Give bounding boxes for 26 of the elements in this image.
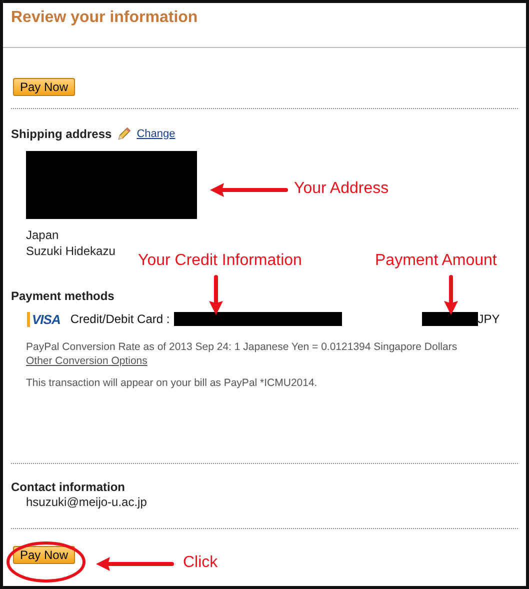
- pay-now-button[interactable]: Pay Now: [13, 546, 76, 564]
- email-text: hsuzuki@meijo-u.ac.jp: [26, 494, 148, 510]
- section-heading: Payment methods: [11, 289, 114, 303]
- address-line: Japan: [26, 227, 60, 243]
- conversion-rate-text: PayPal Conversion Rate as of 2013 Sep 24: 1 Japanese Yen = 0.0121394 Singapore Dollars: [26, 340, 458, 355]
- arrow-icon: [209, 275, 223, 315]
- currency-code: JPY: [478, 312, 500, 326]
- address-line: Suzuki Hidekazu: [26, 243, 116, 259]
- change-link[interactable]: Change: [136, 128, 176, 140]
- redaction-bar: [422, 312, 478, 326]
- card-brand-logo: VISA: [27, 312, 60, 326]
- callout-text: Your Address: [294, 180, 389, 198]
- arrow-icon: [96, 557, 174, 571]
- callout-text: Payment Amount: [375, 252, 497, 270]
- statement-text: This transaction will appear on your bill as PayPal *ICMU2014.: [26, 377, 318, 389]
- conversion-options-link[interactable]: Other Conversion Options: [26, 355, 148, 367]
- page-title: Review your information: [3, 3, 526, 48]
- arrow-icon: [210, 183, 288, 197]
- callout-text: Click: [183, 554, 218, 572]
- card-label: Credit/Debit Card :: [70, 312, 170, 326]
- pay-now-button[interactable]: Pay Now: [13, 78, 76, 96]
- arrow-icon: [444, 275, 458, 315]
- callout-text: Your Credit Information: [138, 252, 302, 270]
- section-heading: Shipping address: [11, 126, 112, 140]
- pencil-icon: [116, 126, 132, 141]
- section-heading: Contact information: [11, 480, 126, 494]
